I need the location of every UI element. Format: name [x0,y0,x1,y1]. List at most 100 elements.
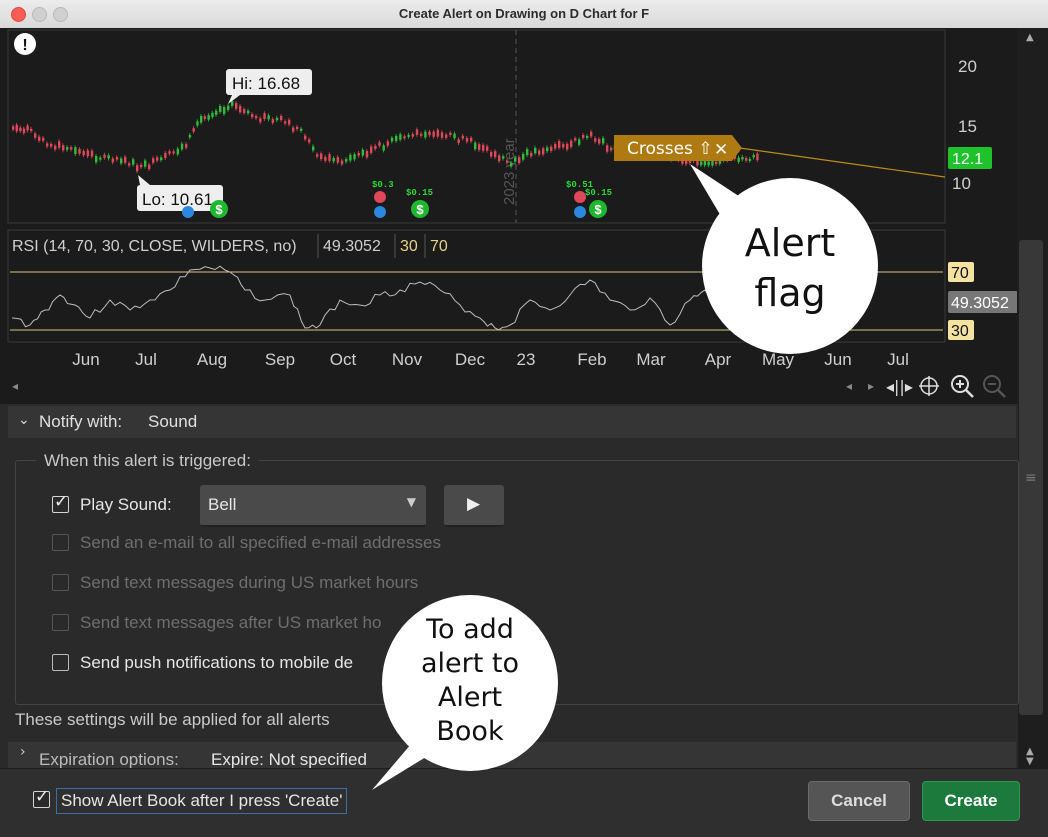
notify-section-header[interactable]: ⌄ Notify with: Sound [8,406,1016,438]
candle-body [578,139,581,145]
candle-body [148,164,151,170]
scroll-down-icon[interactable]: ▼ [1026,756,1034,767]
candle-body [296,126,299,130]
chart-area[interactable]: 2023 year ! 20 15 10 12.1 Hi: 16.68 Lo: … [0,28,1048,404]
candle-body [12,126,15,130]
candle-body [748,158,752,161]
candle-body [292,127,295,132]
candle-body [247,110,250,114]
drawing-trend-line[interactable] [739,147,946,178]
chart-svg[interactable]: 2023 year ! 20 15 10 12.1 Hi: 16.68 Lo: … [0,28,1048,404]
candle-body [522,153,525,160]
candle-body [192,128,195,132]
notify-label: Notify with: [39,412,123,431]
alert-book-callout-line: To add [426,614,514,645]
candle-body [752,154,755,158]
candle-body [390,137,394,142]
candle-body [361,149,365,156]
candle-body [90,150,94,157]
scrollbar-thumb[interactable]: ≡ [1019,240,1043,715]
candle-body [590,131,593,137]
candle-body [424,131,427,138]
price-axis-label: 15 [958,117,977,136]
candle-body [461,135,465,139]
candle-body [78,149,81,154]
candle-body [546,147,549,152]
last-price-value: 12.1 [952,151,983,168]
candle-body [284,121,287,124]
email-checkbox[interactable] [52,534,69,551]
candle-body [558,140,561,148]
candle-body [164,152,167,159]
alert-book-callout-line: alert to [420,648,520,679]
candle-body [207,115,210,120]
sound-select[interactable]: Bell ▼ [200,485,426,527]
candle-body [320,153,323,160]
candle-body [136,165,139,172]
text-market-hours-checkbox[interactable] [52,574,69,591]
candle-body [70,147,73,150]
dividend-label: $0.3 [372,180,394,190]
candle-body [144,160,147,167]
candle-body [562,144,565,148]
info-icon[interactable] [374,206,386,218]
candle-body [370,146,373,153]
crosshair-icon[interactable] [919,376,939,396]
candle-body [440,132,444,138]
earnings-icon[interactable] [374,191,386,203]
dividend-icon-glyph: $ [215,202,223,217]
scroll-up-icon[interactable]: ▲ [1026,32,1034,43]
email-option-label: Send an e-mail to all specified e-mail a… [80,533,441,552]
crosses-flag-label: Crosses ⇧ [627,139,713,159]
month-label: Oct [330,350,357,369]
candle-body [340,160,344,165]
push-notifications-checkbox[interactable] [52,654,69,671]
candle-body [50,143,53,147]
candle-body [395,136,398,141]
lo-label-pointer [138,175,150,185]
play-sound-label: Play Sound: [80,495,172,514]
checkmark-icon: ✓ [54,492,69,512]
show-alert-book-checkbox[interactable]: ✓ [33,787,50,808]
scroll-right-icon[interactable]: ▸ [868,379,874,393]
play-sound-checkbox[interactable]: ✓ [52,492,69,513]
candle-body [223,107,226,114]
candle-body [486,146,489,151]
chevron-down-icon[interactable]: ⌄ [18,411,30,428]
scroll-left-icon[interactable]: ◂ [12,379,18,393]
candle-body [58,141,61,148]
scroll-left-icon[interactable]: ◂ [846,379,852,393]
info-icon[interactable] [574,206,586,218]
rsi-oversold-value: 30 [400,238,418,255]
candle-body [239,105,242,113]
month-label: Jun [72,350,99,369]
chevron-right-icon[interactable]: › [20,744,26,760]
candle-body [86,150,90,157]
close-icon[interactable]: ✕ [714,140,728,160]
cancel-button[interactable]: Cancel [808,781,910,821]
alert-book-callout-line: Alert [437,682,503,713]
candle-body [478,144,481,150]
text-after-hours-checkbox[interactable] [52,614,69,631]
show-alert-book-label[interactable]: Show Alert Book after I press 'Create' [56,788,348,814]
info-icon[interactable] [182,206,194,218]
notify-value[interactable]: Sound [148,412,197,432]
pan-icon[interactable]: ◂||▸ [886,377,913,396]
expiration-value[interactable]: Expire: Not specified [211,750,367,770]
candle-body [474,142,477,150]
candle-body [15,124,18,132]
month-label: Feb [577,350,606,369]
candle-body [428,131,431,136]
create-button[interactable]: Create [922,781,1020,821]
zoom-out-icon[interactable] [983,375,1006,398]
rsi-overbought-value: 70 [430,238,448,255]
candle-body [259,118,262,123]
candle-body [470,137,473,142]
candle-body [420,133,423,136]
zoom-in-icon[interactable] [951,375,974,398]
candle-body [465,137,469,142]
month-label: Mar [636,350,666,369]
play-sound-button[interactable]: ▶ [444,485,504,527]
text-after-hours-label: Send text messages after US market ho [80,613,382,632]
candle-body [267,115,270,120]
